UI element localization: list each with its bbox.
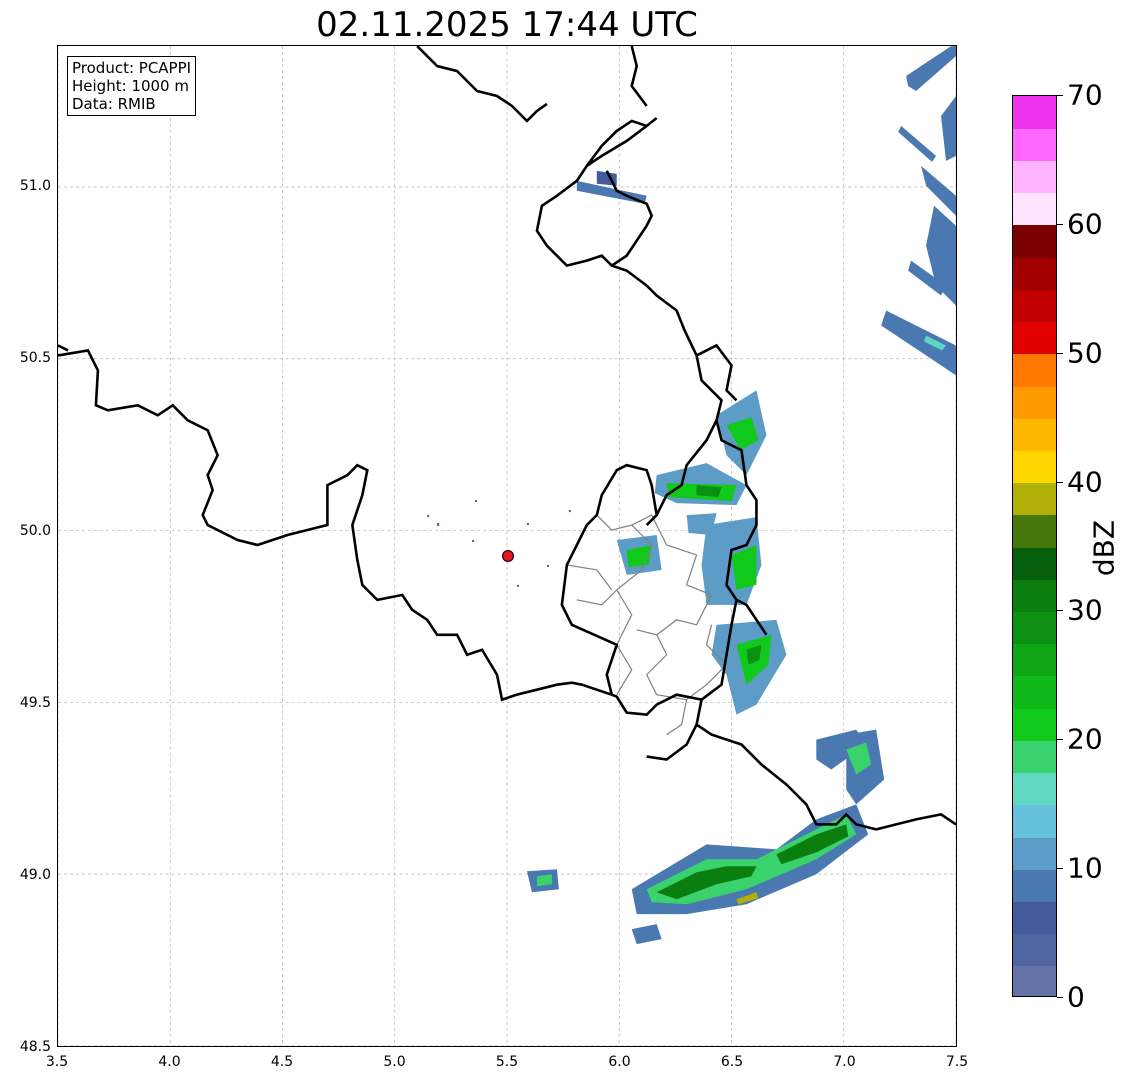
colorbar-segment <box>1013 965 1056 996</box>
colorbar-segment <box>1013 901 1056 935</box>
grid-lines <box>58 46 956 1046</box>
x-tick-label: 7.5 <box>945 1054 969 1070</box>
x-tick-label: 3.5 <box>45 1054 69 1070</box>
colorbar-segment <box>1013 579 1056 613</box>
colorbar-segment <box>1013 869 1056 902</box>
y-tick-label: 49.5 <box>19 694 51 711</box>
radar-map <box>58 46 956 1046</box>
colorbar-tick-mark <box>1057 481 1063 483</box>
colorbar-segment <box>1013 160 1056 194</box>
colorbar-tick-mark <box>1057 868 1063 870</box>
colorbar-tick-label: 30 <box>1067 593 1103 627</box>
colorbar-segment <box>1013 321 1056 355</box>
colorbar-tick-label: 60 <box>1067 207 1103 241</box>
colorbar-segment <box>1013 804 1056 838</box>
colorbar-tick-label: 10 <box>1067 851 1103 885</box>
colorbar-segment <box>1013 224 1056 258</box>
colorbar-segment <box>1013 933 1056 967</box>
colorbar-tick-mark <box>1057 95 1063 96</box>
data-source-label: Data: RMIB <box>72 95 156 113</box>
radar-site-marker <box>502 549 514 562</box>
colorbar-segment <box>1013 611 1056 645</box>
y-tick-label: 50.5 <box>19 350 51 367</box>
product-label: Product: PCAPPI <box>72 59 192 77</box>
colorbar-tick-label: 70 <box>1067 78 1103 112</box>
y-tick-label: 49.0 <box>19 866 51 883</box>
echo-cluster-northeast <box>881 46 956 376</box>
colorbar-segment <box>1013 192 1056 226</box>
colorbar-segment <box>1013 708 1056 741</box>
x-tick-label: 7.0 <box>833 1054 856 1070</box>
colorbar-tick-label: 0 <box>1067 980 1085 1014</box>
x-tick-label: 6.0 <box>608 1054 631 1070</box>
colorbar-segment <box>1013 740 1056 774</box>
colorbar-segment <box>1013 353 1056 387</box>
x-tick-label: 4.5 <box>270 1054 294 1070</box>
colorbar-segment <box>1013 289 1056 323</box>
colorbar-segment <box>1013 643 1056 677</box>
colorbar-segment <box>1013 514 1056 548</box>
colorbar-segment <box>1013 257 1056 290</box>
colorbar-tick-label: 40 <box>1067 465 1103 499</box>
colorbar-segment <box>1013 482 1056 516</box>
y-tick-label: 51.0 <box>19 178 51 195</box>
colorbar-tick-mark <box>1057 352 1063 354</box>
y-tick-label: 50.0 <box>19 522 51 539</box>
x-tick-label: 5.5 <box>495 1054 519 1070</box>
colorbar-segment <box>1013 128 1056 162</box>
colorbar-segment <box>1013 385 1056 419</box>
precipitation-echoes <box>427 46 956 945</box>
map-title: 02.11.2025 17:44 UTC <box>316 5 698 45</box>
colorbar-tick-mark <box>1057 610 1063 612</box>
colorbar-segment <box>1013 836 1056 870</box>
x-tick-label: 6.5 <box>720 1054 744 1070</box>
radar-clutter <box>427 500 571 587</box>
colorbar-tick-mark <box>1057 739 1063 741</box>
colorbar-segment <box>1013 772 1056 806</box>
colorbar-segment <box>1013 675 1056 709</box>
colorbar-segment <box>1013 547 1056 580</box>
colorbar-label: dBZ <box>1087 519 1121 577</box>
colorbar-tick-mark <box>1057 997 1063 998</box>
colorbar-tick-label: 20 <box>1067 722 1103 756</box>
colorbar-segment <box>1013 96 1056 129</box>
colorbar-segment <box>1013 450 1056 484</box>
map-plot-area[interactable]: Product: PCAPPI Height: 1000 m Data: RMI… <box>57 45 957 1047</box>
height-label: Height: 1000 m <box>72 77 189 95</box>
colorbar-tick-mark <box>1057 223 1063 225</box>
x-tick-label: 5.0 <box>383 1054 406 1070</box>
colorbar-segment <box>1013 418 1056 451</box>
product-info-box: Product: PCAPPI Height: 1000 m Data: RMI… <box>67 56 197 116</box>
x-tick-label: 4.0 <box>158 1054 181 1070</box>
y-tick-label: 48.5 <box>19 1039 51 1055</box>
colorbar-tick-label: 50 <box>1067 336 1103 370</box>
colorbar <box>1012 95 1057 997</box>
